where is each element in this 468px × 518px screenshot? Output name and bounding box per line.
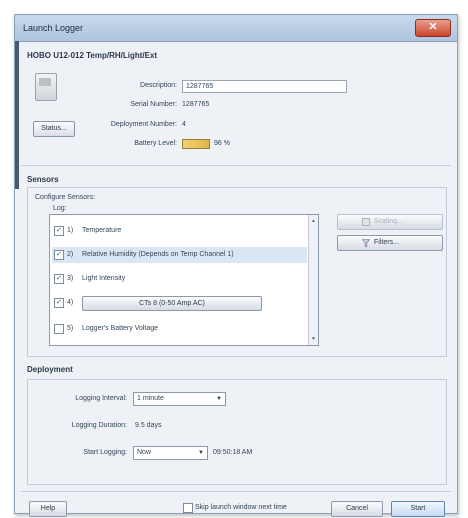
deployment-number-value: 4 <box>182 121 186 128</box>
sensor-number: 3) <box>67 275 74 282</box>
skip-launch-label: Skip launch window next time <box>195 504 287 511</box>
sensor-name: Temperature <box>82 227 122 234</box>
sensor-name: Relative Humidity (Depends on Temp Chann… <box>82 251 234 258</box>
scroll-up-icon[interactable]: ▲ <box>311 218 316 224</box>
deployment-section-title: Deployment <box>27 365 73 374</box>
logger-device-icon <box>35 73 57 101</box>
window-title: Launch Logger <box>23 23 84 33</box>
sensors-section-title: Sensors <box>27 175 59 184</box>
start-logging-select[interactable]: Now ▼ <box>133 446 208 460</box>
sensor-checkbox-2[interactable]: ✓ <box>54 250 64 260</box>
sensor-number: 4) <box>67 299 74 306</box>
start-time: 09:50:18 AM <box>213 449 253 456</box>
title-bar: Launch Logger ✕ <box>15 15 457 42</box>
sensor-checkbox-3[interactable]: ✓ <box>54 274 64 284</box>
help-button[interactable]: Help <box>29 501 67 517</box>
log-label: Log: <box>53 205 67 212</box>
filters-label: Filters... <box>374 239 399 246</box>
logging-interval-select[interactable]: 1 minute ▼ <box>133 392 226 406</box>
sensor-list[interactable]: ✓ 1) Temperature ✓ 2) Relative Humidity … <box>49 214 319 346</box>
ct-configure-button[interactable]: CTs 8 (0-50 Amp AC) <box>82 296 262 311</box>
scroll-down-icon[interactable]: ▼ <box>311 336 316 342</box>
battery-value: 96 % <box>214 140 230 147</box>
separator <box>21 491 451 492</box>
chevron-down-icon: ▼ <box>216 396 222 402</box>
sensor-number: 1) <box>67 227 74 234</box>
sensor-row-4[interactable]: ✓ 4) CTs 8 (0-50 Amp AC) <box>52 295 307 311</box>
serial-label: Serial Number: <box>130 101 177 108</box>
close-button[interactable]: ✕ <box>415 19 451 37</box>
configure-sensors-label: Configure Sensors: <box>35 194 95 201</box>
battery-icon <box>182 139 210 149</box>
description-label: Description: <box>140 82 177 89</box>
start-button[interactable]: Start <box>391 501 445 517</box>
scaling-icon <box>362 218 370 226</box>
start-logging-label: Start Logging: <box>83 449 127 456</box>
cancel-button[interactable]: Cancel <box>331 501 383 517</box>
sensor-row-1[interactable]: ✓ 1) Temperature <box>52 223 307 239</box>
separator <box>21 165 451 166</box>
logging-duration-value: 9.5 days <box>135 422 162 429</box>
side-strip <box>15 41 19 189</box>
logging-interval-label: Logging Interval: <box>75 395 127 402</box>
sensor-number: 5) <box>67 325 74 332</box>
sensor-checkbox-1[interactable]: ✓ <box>54 226 64 236</box>
sensor-checkbox-4[interactable]: ✓ <box>54 298 64 308</box>
chevron-down-icon: ▼ <box>198 450 204 456</box>
status-button[interactable]: Status... <box>33 121 75 137</box>
launch-logger-dialog: Launch Logger ✕ HOBO U12-012 Temp/RH/Lig… <box>14 14 458 517</box>
sensor-checkbox-5[interactable] <box>54 324 64 334</box>
list-scrollbar[interactable]: ▲ ▼ <box>308 215 318 345</box>
serial-value: 1287765 <box>182 101 210 108</box>
battery-label: Battery Level: <box>134 140 177 147</box>
skip-launch-checkbox[interactable] <box>183 503 193 513</box>
sensor-name: Light Intensity <box>82 275 126 282</box>
device-title: HOBO U12-012 Temp/RH/Light/Ext <box>27 51 158 60</box>
sensor-name: Logger's Battery Voltage <box>82 325 159 332</box>
scaling-button[interactable]: Scaling... <box>337 214 443 230</box>
description-input[interactable]: 1287765 <box>182 80 347 93</box>
logging-interval-value: 1 minute <box>137 395 164 402</box>
filters-button[interactable]: Filters... <box>337 235 443 251</box>
sensor-number: 2) <box>67 251 74 258</box>
sensor-row-2[interactable]: ✓ 2) Relative Humidity (Depends on Temp … <box>52 247 307 263</box>
filter-icon <box>362 239 370 247</box>
deployment-number-label: Deployment Number: <box>110 121 177 128</box>
start-logging-value: Now <box>137 449 152 456</box>
logging-duration-label: Logging Duration: <box>71 422 127 429</box>
sensor-row-5[interactable]: 5) Logger's Battery Voltage <box>52 321 307 337</box>
scaling-label: Scaling... <box>374 218 403 225</box>
sensor-row-3[interactable]: ✓ 3) Light Intensity <box>52 271 307 287</box>
